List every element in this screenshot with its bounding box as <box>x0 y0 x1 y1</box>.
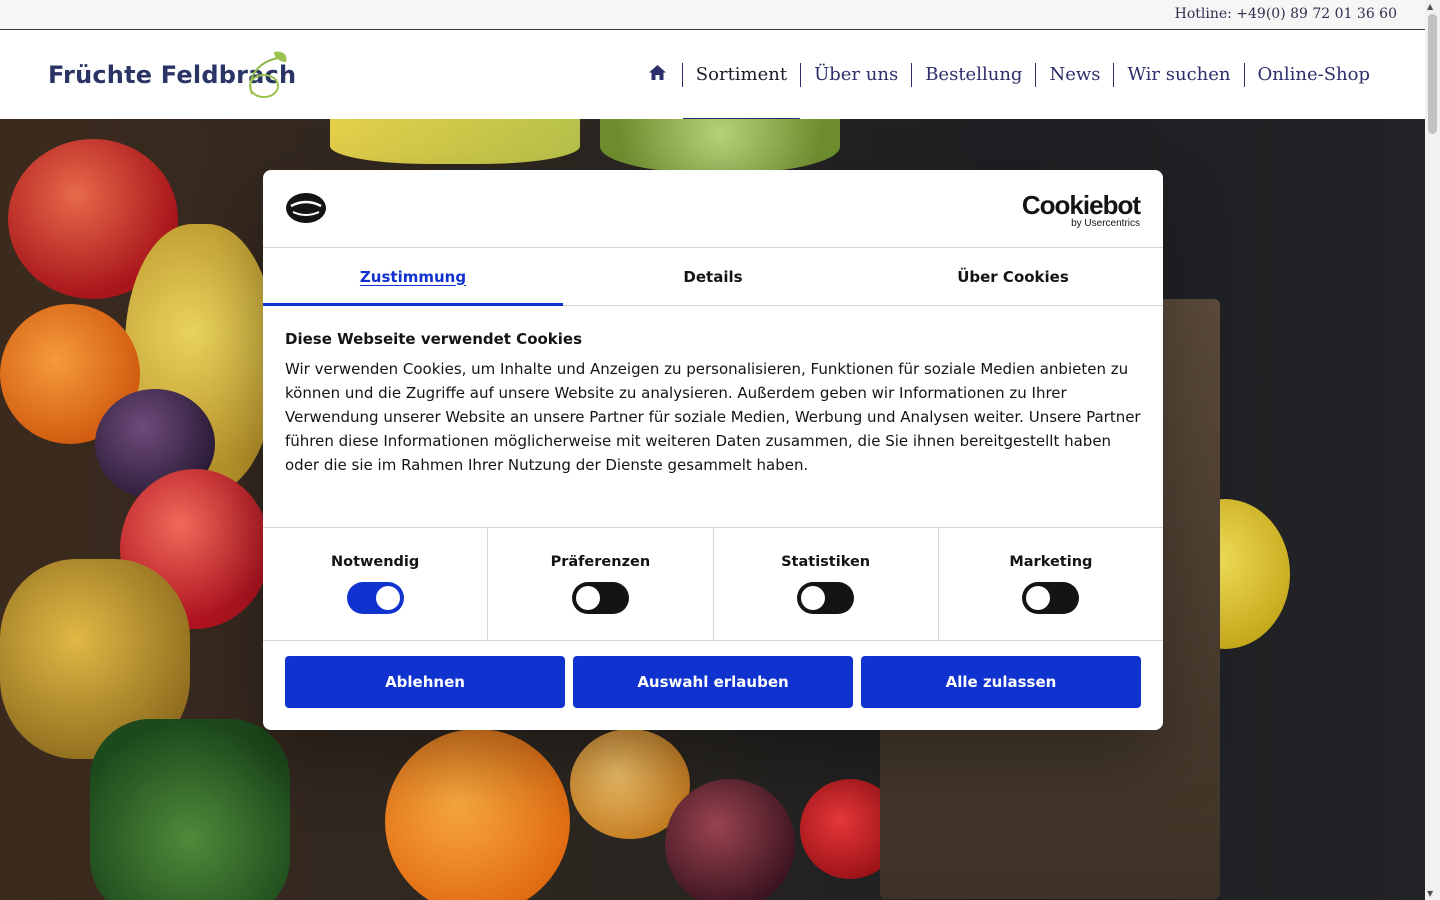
home-icon <box>648 64 666 80</box>
dialog-description: Wir verwenden Cookies, um Inhalte und An… <box>285 360 1141 474</box>
toggle-group-marketing: Marketing <box>937 528 1163 640</box>
leaf-icon <box>249 51 287 98</box>
allow-selection-button[interactable]: Auswahl erlauben <box>573 656 853 708</box>
main-nav: Sortiment Über uns Bestellung News Wir s… <box>636 30 1383 120</box>
notwendig-toggle[interactable] <box>346 582 404 614</box>
cookie-logo-icon <box>286 193 326 223</box>
dialog-actions: Ablehnen Auswahl erlauben Alle zulassen <box>263 641 1163 723</box>
site-logo[interactable]: Früchte Feldbrach <box>48 48 296 102</box>
praeferenzen-toggle[interactable] <box>571 582 629 614</box>
scroll-down-arrow-icon[interactable]: ▼ <box>1427 889 1433 898</box>
nav-item-wir-suchen[interactable]: Wir suchen <box>1113 62 1243 87</box>
toggle-label: Marketing <box>1009 554 1093 570</box>
toggle-label: Präferenzen <box>550 554 651 570</box>
toggle-knob <box>801 586 826 610</box>
grapes-shape <box>600 119 840 174</box>
toggle-group-statistiken: Statistiken <box>712 528 938 640</box>
statistiken-toggle[interactable] <box>797 582 855 614</box>
nav-item-online-shop[interactable]: Online-Shop <box>1243 62 1383 87</box>
top-bar: Hotline: +49(0) 89 72 01 36 60 <box>0 0 1425 30</box>
brand-name: Cookiebot <box>1021 190 1141 220</box>
cookie-consent-dialog: Cookiebot by Usercentrics Zustimmung Det… <box>263 170 1163 730</box>
consent-toggles: Notwendig Präferenzen Statistiken Market… <box>263 528 1163 641</box>
site-header: Früchte Feldbrach Sortiment Über uns Bes… <box>0 30 1425 120</box>
banana-shape <box>330 119 580 164</box>
tab-ueber-cookies[interactable]: Über Cookies <box>863 248 1163 305</box>
toggle-label: Notwendig <box>330 554 420 570</box>
scroll-up-arrow-icon[interactable]: ▲ <box>1427 2 1433 11</box>
passionfruit-shape <box>665 779 795 900</box>
nav-item-sortiment[interactable]: Sortiment <box>681 62 801 120</box>
tab-zustimmung[interactable]: Zustimmung <box>263 248 563 306</box>
orange-shape-2 <box>385 729 570 900</box>
hotline-text[interactable]: Hotline: +49(0) 89 72 01 36 60 <box>1175 6 1397 22</box>
home-link[interactable] <box>636 63 682 87</box>
cookiebot-brand[interactable]: Cookiebot by Usercentrics <box>1021 190 1141 230</box>
toggle-group-notwendig: Notwendig <box>263 528 487 640</box>
toggle-label: Statistiken <box>781 554 871 570</box>
dialog-header: Cookiebot by Usercentrics <box>263 170 1163 248</box>
allow-all-button[interactable]: Alle zulassen <box>861 656 1141 708</box>
dialog-body: Diese Webseite verwendet Cookies Wir ver… <box>263 306 1163 528</box>
tab-details[interactable]: Details <box>563 248 863 305</box>
toggle-knob <box>1026 586 1051 610</box>
toggle-knob <box>375 586 400 610</box>
nav-item-bestellung[interactable]: Bestellung <box>911 62 1035 87</box>
dialog-title: Diese Webseite verwendet Cookies <box>285 330 583 348</box>
page-scrollbar[interactable]: ▲ ▼ <box>1425 0 1440 900</box>
nav-item-ueber-uns[interactable]: Über uns <box>800 62 911 87</box>
toggle-group-praeferenzen: Präferenzen <box>487 528 712 640</box>
pineapple-shape <box>90 719 290 900</box>
nav-item-news[interactable]: News <box>1035 62 1113 87</box>
toggle-knob <box>575 586 600 610</box>
decline-button[interactable]: Ablehnen <box>285 656 565 708</box>
marketing-toggle[interactable] <box>1022 582 1080 614</box>
scroll-thumb[interactable] <box>1428 14 1437 134</box>
dialog-tabs: Zustimmung Details Über Cookies <box>263 248 1163 306</box>
